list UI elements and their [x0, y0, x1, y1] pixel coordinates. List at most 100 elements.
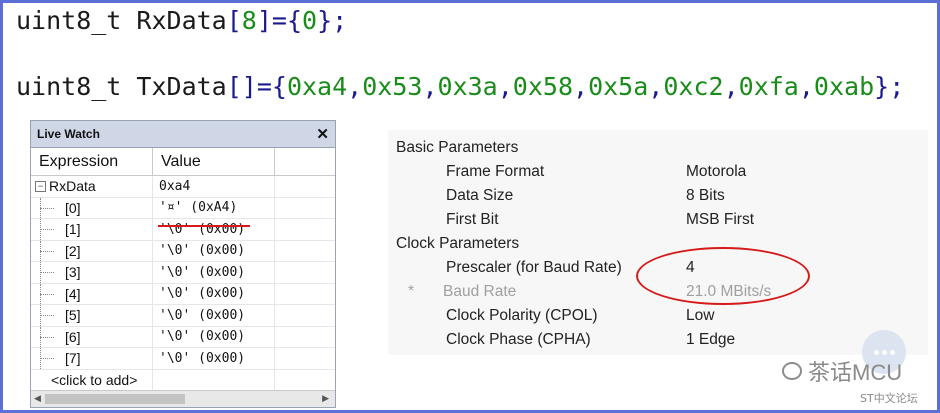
param-label: Clock Phase (CPHA)	[446, 331, 591, 348]
param-label: Baud Rate	[443, 283, 517, 300]
tree-branch	[40, 229, 54, 231]
code-comma: ,	[347, 72, 363, 101]
code-comma: ,	[648, 72, 664, 101]
red-underline-annotation	[158, 225, 250, 227]
watch-extra-cell	[275, 348, 335, 369]
code-comma: ,	[573, 72, 589, 101]
watch-extra-cell	[275, 219, 335, 240]
watch-expression: [5]	[65, 307, 81, 324]
watch-value	[153, 369, 275, 390]
code-line-rxdata: uint8_t RxData[8]={0};	[16, 6, 347, 35]
watch-extra-cell	[275, 262, 335, 283]
tree-branch	[40, 336, 54, 338]
watch-row-add[interactable]: <click to add>	[31, 369, 335, 391]
watermark-brand: 茶话MCU	[808, 360, 903, 385]
code-hex-value: 0xa4	[286, 72, 348, 101]
watch-expression: RxData	[49, 178, 96, 195]
section-title: Basic Parameters	[396, 139, 519, 156]
scroll-right-icon[interactable]: ▶	[322, 393, 329, 404]
horizontal-scrollbar[interactable]: ◀ ▶	[31, 390, 335, 407]
tree-branch	[40, 293, 54, 295]
column-header-expression[interactable]: Expression	[31, 148, 153, 175]
tree-branch	[40, 250, 54, 252]
close-icon[interactable]: ✕	[316, 125, 329, 143]
watch-row-element[interactable]: [2] '\0' (0x00)	[31, 240, 335, 262]
watch-row-element[interactable]: [1] '\0' (0x00)	[31, 219, 335, 241]
live-watch-panel: Live Watch ✕ Expression Value − RxData 0…	[30, 120, 336, 408]
watch-extra-cell	[275, 176, 335, 197]
section-title: Clock Parameters	[396, 235, 520, 252]
code-hex-value: 0x5a	[588, 72, 649, 101]
param-value[interactable]: 8 Bits	[686, 187, 725, 205]
tree-branch	[40, 358, 54, 360]
live-watch-rows: − RxData 0xa4 [0] '¤' (0xA4) [1] '\0' (0x00…	[31, 176, 335, 391]
param-row-cpol[interactable]: Clock Polarity (CPOL) Low	[388, 304, 928, 328]
watch-value: '¤' (0xA4)	[153, 197, 275, 218]
code-punct: [	[226, 6, 242, 35]
param-label: First Bit	[446, 211, 499, 228]
watch-row-element[interactable]: [6] '\0' (0x00)	[31, 326, 335, 348]
tree-branch	[40, 315, 54, 317]
watch-extra-cell	[275, 305, 335, 326]
watch-expression-cell: [2]	[31, 240, 153, 261]
code-line-txdata: uint8_t TxData[]={0xa4,0x53,0x3a,0x58,0x…	[16, 72, 904, 101]
param-row-first-bit[interactable]: First Bit MSB First	[388, 208, 928, 232]
param-row-cpha[interactable]: Clock Phase (CPHA) 1 Edge	[388, 328, 928, 352]
watch-expression: [3]	[65, 264, 81, 281]
collapse-icon[interactable]: −	[35, 180, 46, 192]
code-punct: ]={	[256, 6, 303, 35]
code-type: uint8_t	[16, 72, 122, 101]
code-hex-value: 0xc2	[663, 72, 724, 101]
watch-row-root[interactable]: − RxData 0xa4	[31, 176, 335, 198]
param-row-frame-format[interactable]: Frame Format Motorola	[388, 160, 928, 184]
click-to-add-label[interactable]: <click to add>	[51, 372, 137, 388]
watch-value: '\0' (0x00)	[153, 219, 275, 240]
watch-expression-cell: [3]	[31, 262, 153, 283]
watch-row-element[interactable]: [7] '\0' (0x00)	[31, 348, 335, 370]
watch-expression: [0]	[65, 199, 81, 216]
watch-value: 0xa4	[153, 176, 275, 197]
watch-row-element[interactable]: [4] '\0' (0x00)	[31, 283, 335, 305]
watch-value: '\0' (0x00)	[153, 283, 275, 304]
watermark-forum: ST中文论坛	[860, 392, 918, 405]
watch-value: '\0' (0x00)	[153, 348, 275, 369]
watch-expression-cell: [0]	[31, 197, 153, 218]
param-value[interactable]: MSB First	[686, 211, 754, 229]
scrollbar-thumb[interactable]	[45, 394, 185, 404]
param-label: Prescaler (for Baud Rate)	[446, 259, 622, 276]
watch-value: '\0' (0x00)	[153, 262, 275, 283]
watch-value: '\0' (0x00)	[153, 240, 275, 261]
tree-branch	[40, 207, 54, 209]
code-punct: };	[317, 6, 348, 35]
tree-branch	[40, 272, 54, 274]
param-label: Frame Format	[446, 163, 545, 180]
watch-extra-cell	[275, 370, 335, 391]
watch-expression-cell: [5]	[31, 305, 153, 326]
watch-expression: [7]	[65, 350, 81, 367]
param-value[interactable]: Motorola	[686, 163, 746, 181]
code-comma: ,	[798, 72, 814, 101]
code-number: 8	[241, 6, 257, 35]
watch-row-element[interactable]: [3] '\0' (0x00)	[31, 262, 335, 284]
param-label: Data Size	[446, 187, 514, 204]
wechat-icon	[782, 362, 802, 380]
live-watch-titlebar: Live Watch ✕	[31, 121, 335, 148]
param-row-data-size[interactable]: Data Size 8 Bits	[388, 184, 928, 208]
code-hex-value: 0x53	[362, 72, 423, 101]
watch-row-element[interactable]: [0] '¤' (0xA4)	[31, 197, 335, 219]
watch-extra-cell	[275, 284, 335, 305]
code-comma: ,	[497, 72, 513, 101]
red-ellipse-annotation	[636, 247, 810, 305]
param-value[interactable]: Low	[686, 307, 714, 325]
scroll-left-icon[interactable]: ◀	[34, 393, 41, 404]
watch-expression-cell: [4]	[31, 283, 153, 304]
watch-row-element[interactable]: [5] '\0' (0x00)	[31, 305, 335, 327]
column-header-value[interactable]: Value	[153, 148, 275, 175]
watch-expression-cell: [6]	[31, 326, 153, 347]
code-punct: };	[874, 72, 905, 101]
watch-add-cell[interactable]: <click to add>	[31, 369, 153, 390]
watch-extra-cell	[275, 198, 335, 219]
param-value[interactable]: 1 Edge	[686, 331, 735, 349]
code-comma: ,	[422, 72, 438, 101]
watch-value: '\0' (0x00)	[153, 305, 275, 326]
